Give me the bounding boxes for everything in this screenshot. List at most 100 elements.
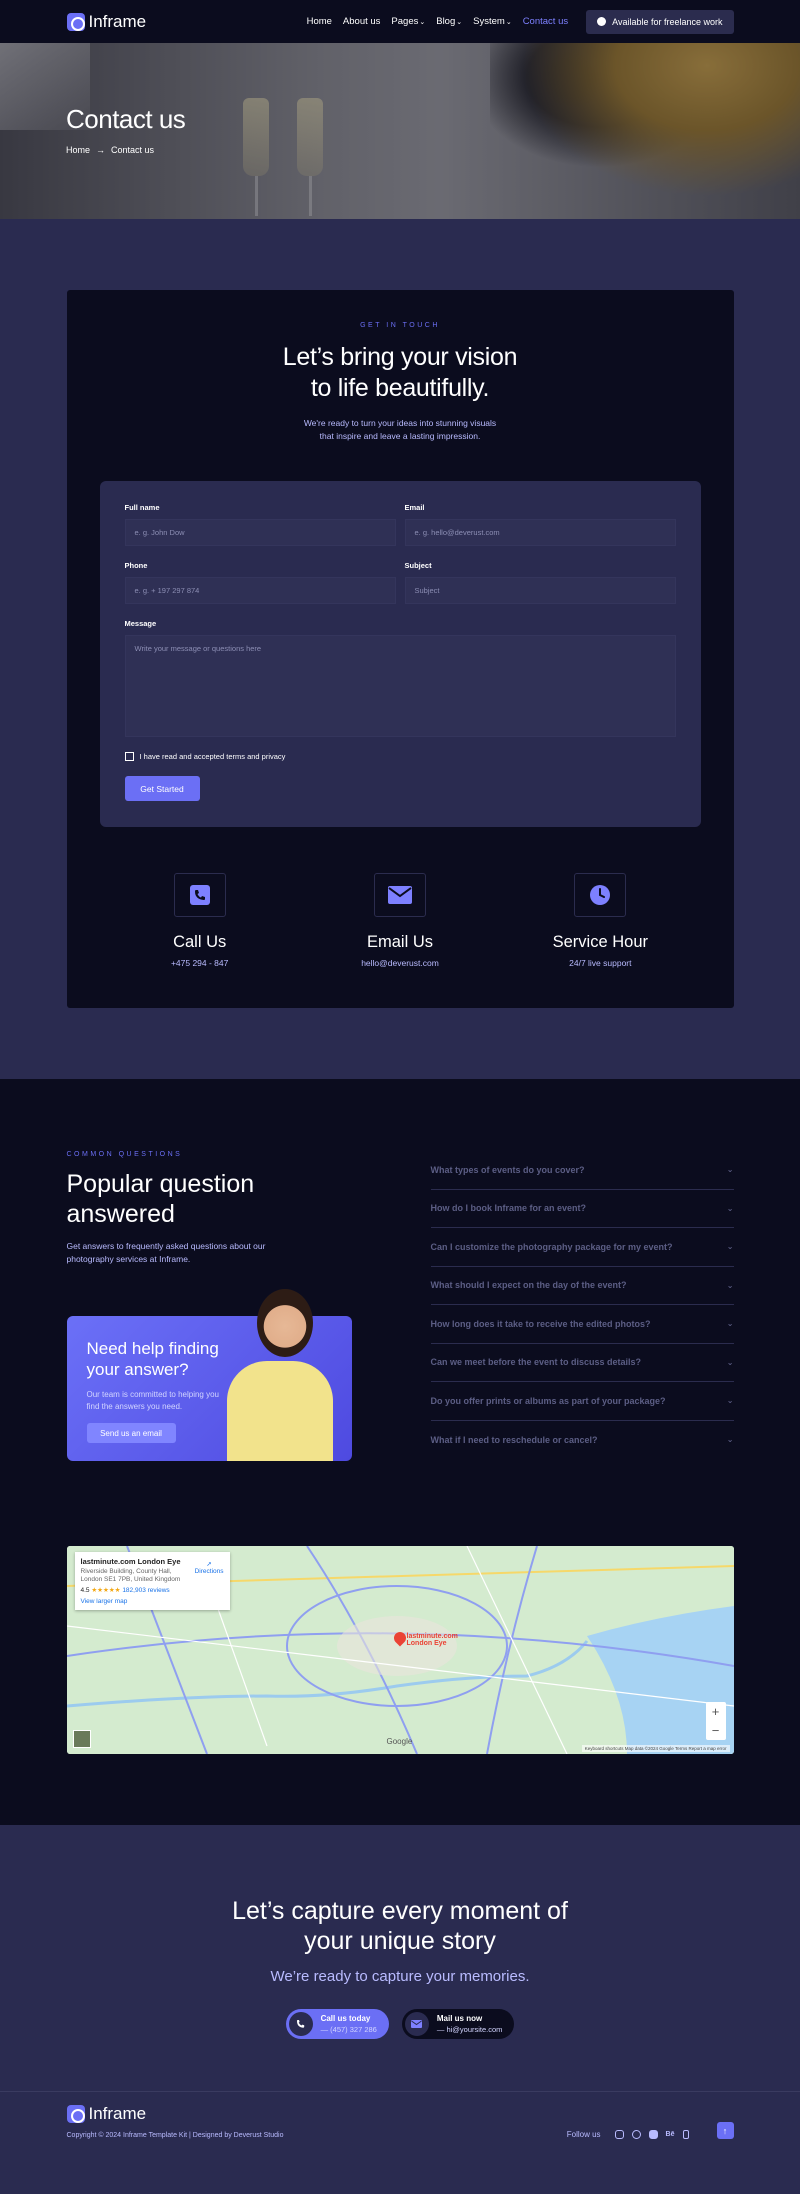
nav-pages-label: Pages [391, 16, 419, 27]
chevron-down-icon: ⌄ [726, 1357, 734, 1367]
faq-intro: COMMON QUESTIONS Popular question answer… [66, 1151, 352, 1461]
faq-spacer [0, 1754, 800, 1825]
faq-item[interactable]: Can I customize the photography package … [430, 1228, 734, 1267]
subject-field[interactable]: Subject [404, 577, 676, 604]
page-hero: Inframe Home About us Pages⌄ Blog⌄ Syste… [0, 0, 800, 219]
footer-left: Inframe Copyright © 2024 Inframe Templat… [66, 2104, 284, 2139]
message-field[interactable]: Write your message or questions here [124, 635, 676, 737]
follow-label: Follow us [566, 2130, 601, 2139]
faq-item[interactable]: Do you offer prints or albums as part of… [430, 1382, 734, 1421]
contact-info-row: Call Us +475 294 - 847 Email Us hello@de… [100, 873, 701, 968]
logo[interactable]: Inframe [66, 12, 146, 32]
clock-icon [574, 873, 627, 917]
faq-item[interactable]: What if I need to reschedule or cancel? ⌄ [431, 1421, 734, 1460]
instagram-icon[interactable] [614, 2130, 624, 2139]
contact-form: Full name e. g. John Dow Email e. g. hel… [99, 481, 701, 827]
message-label: Message [124, 619, 157, 628]
faq-item[interactable]: Can we meet before the event to discuss … [430, 1344, 734, 1382]
top-nav: Inframe Home About us Pages⌄ Blog⌄ Syste… [0, 0, 800, 43]
nav-home[interactable]: Home [307, 16, 332, 27]
info-call-title: Call Us [173, 933, 227, 951]
contact-card: GET IN TOUCH Let’s bring your vision to … [66, 290, 734, 1008]
freelance-button[interactable]: Available for freelance work [586, 9, 734, 34]
location-map[interactable]: lastminute.com London Eye Riverside Buil… [66, 1546, 734, 1754]
cta-section: Let’s capture every moment of your uniqu… [0, 1825, 800, 2194]
nav-blog[interactable]: Blog⌄ [436, 16, 462, 27]
map-attribution: Keyboard shortcuts Map data ©2024 Google… [581, 1745, 730, 1752]
view-larger-map-link[interactable]: View larger map [81, 1598, 224, 1605]
email-field[interactable]: e. g. hello@deverust.com [404, 519, 676, 546]
faq-question: What if I need to reschedule or cancel? [430, 1434, 598, 1445]
mail-us-label: Mail us now [436, 2014, 483, 2023]
info-email-value[interactable]: hello@deverust.com [300, 958, 500, 968]
faq-question: How long does it take to receive the edi… [430, 1318, 651, 1329]
faq-section: COMMON QUESTIONS Popular question answer… [0, 1079, 800, 1825]
breadcrumb-current: Contact us [111, 145, 155, 155]
info-email: Email Us hello@deverust.com [300, 873, 500, 968]
woman-head [256, 1289, 313, 1357]
phone-icon [173, 873, 226, 917]
hero-content: Contact us Home → Contact us [66, 104, 186, 155]
nav-system[interactable]: System⌄ [473, 16, 512, 27]
map-reviews[interactable]: 182,903 reviews [122, 1587, 169, 1594]
terms-checkbox[interactable] [124, 752, 134, 761]
directions-label: Directions [194, 1568, 224, 1575]
directions-button[interactable]: ➚ Directions [195, 1560, 224, 1575]
facebook-icon[interactable] [631, 2130, 641, 2139]
zoom-out-icon[interactable]: − [712, 1723, 720, 1738]
faq-question: Can we meet before the event to discuss … [430, 1357, 642, 1368]
contact-lead: We're ready to turn your ideas into stun… [303, 418, 497, 441]
footer-logo[interactable]: Inframe [66, 2104, 284, 2124]
chevron-down-icon: ⌄ [726, 1435, 734, 1445]
chevron-down-icon: ⌄ [726, 1319, 734, 1329]
map-layer-toggle[interactable] [72, 1730, 91, 1748]
send-email-button[interactable]: Send us an email [86, 1423, 176, 1443]
message-group: Message Write your message or questions … [124, 619, 676, 737]
cta-subtitle: We’re ready to capture your memories. [270, 1968, 530, 1985]
back-to-top-button[interactable]: ↑ [716, 2122, 734, 2139]
breadcrumb: Home → Contact us [66, 145, 185, 155]
zoom-in-icon[interactable]: + [712, 1704, 720, 1719]
logo-text: Inframe [88, 2104, 147, 2123]
faq-heading-line1: Popular question [66, 1170, 255, 1198]
threads-icon[interactable] [682, 2130, 689, 2139]
nav-contact[interactable]: Contact us [523, 16, 568, 27]
mail-us-button[interactable]: Mail us now — hi@yoursite.com [401, 2009, 515, 2039]
chevron-down-icon: ⌄ [505, 19, 512, 26]
faq-eyebrow: COMMON QUESTIONS [66, 1151, 183, 1158]
logo-icon [66, 12, 85, 31]
faq-item[interactable]: How long does it take to receive the edi… [430, 1305, 734, 1344]
nav-pages[interactable]: Pages⌄ [391, 16, 425, 27]
faq-item[interactable]: How do I book Inframe for an event? ⌄ [430, 1190, 734, 1228]
info-call-value[interactable]: +475 294 - 847 [100, 958, 300, 968]
call-us-button[interactable]: Call us today — (457) 327 286 [285, 2009, 389, 2039]
phone-field[interactable]: e. g. + 197 297 874 [124, 577, 396, 604]
youtube-icon[interactable] [648, 2130, 658, 2139]
chevron-down-icon: ⌄ [726, 1280, 734, 1290]
chevron-down-icon: ⌄ [726, 1396, 734, 1406]
full-name-field[interactable]: e. g. John Dow [124, 519, 396, 546]
breadcrumb-home[interactable]: Home [66, 145, 90, 155]
copyright-text: Copyright © 2024 Inframe Template Kit | … [66, 2132, 284, 2139]
full-name-label: Full name [124, 503, 160, 512]
map-rating-value: 4.5 [80, 1587, 90, 1594]
directions-icon: ➚ [206, 1561, 212, 1568]
google-logo: Google [386, 1737, 413, 1746]
nav-about[interactable]: About us [343, 16, 381, 27]
call-us-label: Call us today [320, 2014, 371, 2023]
submit-button[interactable]: Get Started [124, 776, 200, 801]
faq-lead: Get answers to frequently asked question… [66, 1241, 266, 1264]
map-place-card: lastminute.com London Eye Riverside Buil… [74, 1552, 230, 1610]
sparkle-icon [597, 17, 607, 26]
behance-icon[interactable]: Bē [666, 2131, 675, 2138]
email-group: Email e. g. hello@deverust.com [404, 503, 676, 546]
faq-item[interactable]: What types of events do you cover? ⌄ [430, 1151, 734, 1190]
terms-label: I have read and accepted terms and priva… [139, 752, 286, 761]
terms-row: I have read and accepted terms and priva… [124, 752, 676, 761]
map-address: Riverside Building, County Hall, London … [80, 1568, 181, 1583]
phone-label: Phone [124, 561, 148, 570]
support-woman-image [225, 1289, 335, 1461]
info-hours-title: Service Hour [552, 933, 648, 951]
faq-item[interactable]: What should I expect on the day of the e… [430, 1267, 734, 1305]
phone-group: Phone e. g. + 197 297 874 [124, 561, 396, 604]
